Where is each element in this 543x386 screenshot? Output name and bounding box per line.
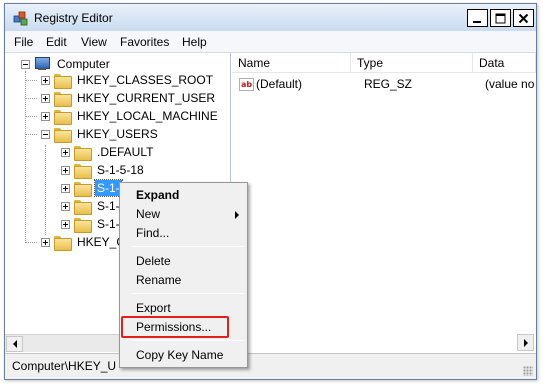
expand-icon[interactable]: [41, 93, 50, 103]
folder-icon: [54, 91, 72, 107]
expand-icon[interactable]: [61, 219, 70, 229]
menu-item-expand[interactable]: Expand: [122, 186, 245, 205]
tree-line: [25, 71, 26, 243]
menu-item-label: New: [136, 207, 161, 221]
minimize-icon: [473, 20, 481, 23]
expand-icon[interactable]: [61, 165, 70, 175]
tree-item-default[interactable]: .DEFAULT: [61, 143, 155, 161]
tree-line: [25, 80, 37, 81]
tree-item-label: S-1-: [97, 217, 120, 231]
tree-item-label: S-1-: [97, 199, 120, 213]
column-header-type[interactable]: Type: [351, 53, 473, 73]
tree-item-label: HKEY_USERS: [77, 127, 158, 141]
menu-item-find[interactable]: Find...: [122, 224, 245, 243]
context-menu: Expand New Find... Delete Rename Export …: [119, 182, 248, 368]
tree-item-label: Computer: [57, 57, 110, 71]
maximize-button[interactable]: [490, 9, 511, 27]
menu-file[interactable]: File: [14, 35, 33, 49]
menu-edit[interactable]: Edit: [46, 35, 67, 49]
tree-item-label: HKEY_LOCAL_MACHINE: [77, 109, 218, 123]
menu-item-rename[interactable]: Rename: [122, 271, 245, 290]
maximize-icon: [495, 13, 506, 23]
expand-icon[interactable]: [41, 75, 50, 85]
close-icon: [518, 13, 529, 23]
values-list[interactable]: Name Type Data ab (Default) REG_SZ (valu…: [232, 53, 536, 353]
string-value-icon: ab: [239, 77, 254, 91]
expand-icon[interactable]: [61, 147, 70, 157]
menu-separator: [132, 246, 244, 247]
tree-item-sid[interactable]: S-1-: [61, 197, 122, 215]
close-button[interactable]: [513, 9, 534, 27]
arrow-left-icon: [12, 340, 17, 348]
tree-item-hkey-local-machine[interactable]: HKEY_LOCAL_MACHINE: [41, 107, 220, 125]
tree-item-label: HKEY_CLASSES_ROOT: [77, 73, 214, 87]
arrow-right-icon: [523, 338, 528, 347]
folder-icon: [74, 217, 92, 233]
collapse-icon[interactable]: [21, 59, 30, 69]
tree-line: [25, 98, 37, 99]
tree-item-hkey-users[interactable]: HKEY_USERS: [41, 125, 160, 143]
expand-icon[interactable]: [61, 183, 70, 193]
value-name: (Default): [256, 77, 303, 91]
registry-editor-window: Registry Editor File Edit View Favorites…: [4, 3, 537, 380]
tree-line: [25, 116, 37, 117]
collapse-icon[interactable]: [41, 129, 50, 139]
expand-icon[interactable]: [41, 111, 50, 121]
menu-view[interactable]: View: [81, 35, 107, 49]
tree-line: [25, 242, 37, 243]
window-title: Registry Editor: [34, 11, 113, 25]
tree-item-selected-sid[interactable]: S-1-: [61, 179, 123, 197]
folder-icon: [74, 145, 92, 161]
menu-separator: [132, 340, 244, 341]
tree-line: [45, 145, 46, 235]
value-row-data: (value no: [485, 75, 534, 93]
resize-grip-icon[interactable]: [523, 366, 533, 376]
folder-icon: [74, 181, 92, 197]
value-data: (value no: [485, 77, 535, 91]
tree-item-sid[interactable]: S-1-: [61, 215, 122, 233]
folder-icon: [54, 235, 72, 251]
tree-line: [25, 134, 37, 135]
menu-item-new[interactable]: New: [122, 205, 245, 224]
tree-item-hkey-current-user[interactable]: HKEY_CURRENT_USER: [41, 89, 217, 107]
tree-item-label: S-1-: [94, 179, 123, 197]
title-bar[interactable]: Registry Editor: [5, 4, 536, 31]
status-path: Computer\HKEY_U: [12, 359, 117, 373]
folder-icon: [54, 127, 72, 143]
menu-bar: File Edit View Favorites Help: [5, 31, 536, 53]
client-area: Computer HKEY_CLASSES_ROOT HKEY_CURRENT_…: [5, 53, 536, 353]
value-row-type: REG_SZ: [364, 75, 412, 93]
expand-icon[interactable]: [61, 201, 70, 211]
tree-item-label: .DEFAULT: [97, 145, 154, 159]
expand-icon[interactable]: [41, 237, 50, 247]
scroll-left-button[interactable]: [6, 336, 23, 352]
scroll-right-button[interactable]: [517, 334, 534, 351]
folder-icon: [54, 109, 72, 125]
folder-icon: [54, 73, 72, 89]
permissions-highlight: [121, 316, 229, 338]
minimize-button[interactable]: [467, 9, 488, 27]
column-header-data[interactable]: Data: [473, 53, 536, 73]
folder-icon: [74, 163, 92, 179]
submenu-arrow-icon: [235, 211, 239, 219]
menu-favorites[interactable]: Favorites: [120, 35, 169, 49]
computer-icon: [34, 57, 50, 71]
column-header-name[interactable]: Name: [232, 53, 351, 73]
tree-item-s-1-5-18[interactable]: S-1-5-18: [61, 161, 146, 179]
menu-help[interactable]: Help: [182, 35, 207, 49]
status-bar: Computer\HKEY_U: [5, 353, 536, 379]
menu-item-copy-key-name[interactable]: Copy Key Name: [122, 346, 245, 365]
folder-icon: [74, 199, 92, 215]
value-type: REG_SZ: [364, 77, 413, 91]
value-row-name[interactable]: ab (Default): [239, 75, 302, 93]
tree-item-label: S-1-5-18: [97, 163, 144, 177]
tree-item-hkey-classes-root[interactable]: HKEY_CLASSES_ROOT: [41, 71, 215, 89]
tree-item-hkey-current-config[interactable]: HKEY_C: [41, 233, 127, 251]
menu-separator: [132, 293, 244, 294]
tree-item-label: HKEY_CURRENT_USER: [77, 91, 216, 105]
registry-editor-icon: [13, 11, 28, 26]
menu-item-delete[interactable]: Delete: [122, 252, 245, 271]
